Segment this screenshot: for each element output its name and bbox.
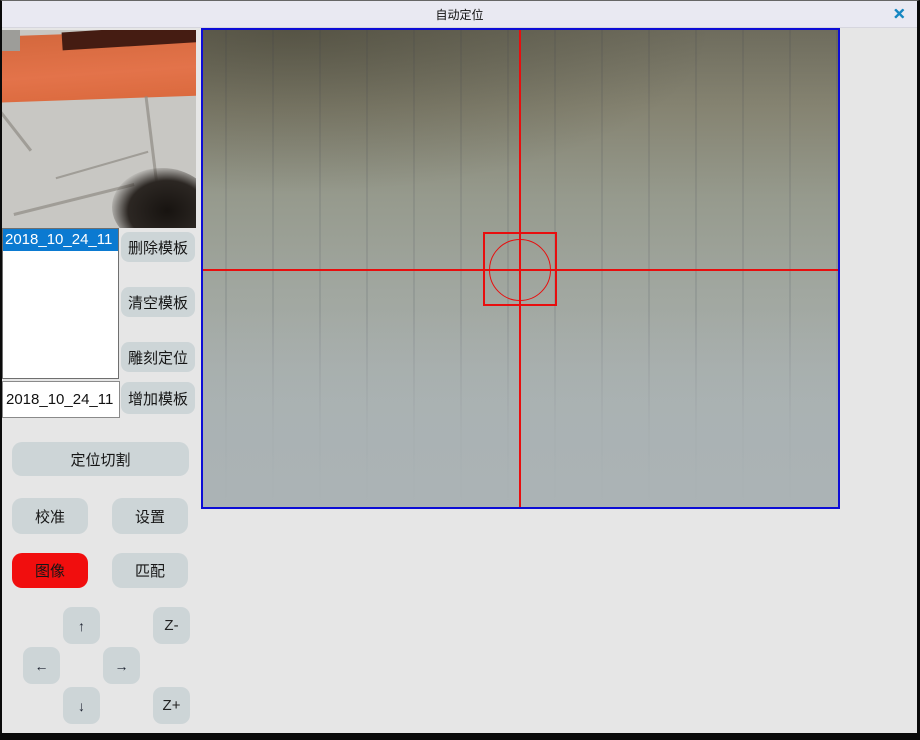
engrave-position-button[interactable]: 雕刻定位 — [121, 342, 195, 372]
jog-z-minus-button[interactable]: Z- — [153, 607, 190, 644]
add-template-button[interactable]: 增加模板 — [121, 382, 195, 414]
settings-button[interactable]: 设置 — [112, 498, 188, 534]
preview-dark-object — [112, 168, 196, 228]
close-icon: ✕ — [893, 7, 906, 22]
template-list[interactable]: 2018_10_24_11 — [2, 228, 119, 379]
down-arrow-icon: ↓ — [78, 698, 85, 714]
title-bar: 自动定位 ✕ — [2, 1, 917, 28]
jog-left-button[interactable]: ← — [23, 647, 60, 684]
left-arrow-icon: ← — [35, 658, 49, 674]
calibrate-button[interactable]: 校准 — [12, 498, 88, 534]
window-title: 自动定位 — [435, 6, 483, 23]
template-name-input[interactable] — [2, 381, 120, 418]
image-button-active[interactable]: 图像 — [12, 553, 88, 588]
template-preview-image — [2, 30, 196, 228]
match-button[interactable]: 匹配 — [112, 553, 188, 588]
template-list-item[interactable]: 2018_10_24_11 — [3, 229, 118, 251]
preview-tile-line — [2, 110, 32, 151]
jog-down-button[interactable]: ↓ — [63, 687, 100, 724]
close-button[interactable]: ✕ — [887, 4, 911, 25]
jog-z-plus-button[interactable]: Z+ — [153, 687, 190, 724]
preview-grey-patch — [2, 30, 20, 51]
auto-position-window: 自动定位 ✕ 2018_10_24_11 删除模板 清空模板 雕刻定位 增加模板… — [0, 0, 920, 740]
right-arrow-icon: → — [115, 658, 129, 674]
camera-view[interactable] — [201, 28, 840, 509]
delete-template-button[interactable]: 删除模板 — [121, 232, 195, 262]
jog-right-button[interactable]: → — [103, 647, 140, 684]
jog-up-button[interactable]: ↑ — [63, 607, 100, 644]
up-arrow-icon: ↑ — [78, 618, 85, 634]
match-region-circle — [489, 239, 551, 301]
position-cut-button[interactable]: 定位切割 — [12, 442, 189, 476]
clear-templates-button[interactable]: 清空模板 — [121, 287, 195, 317]
